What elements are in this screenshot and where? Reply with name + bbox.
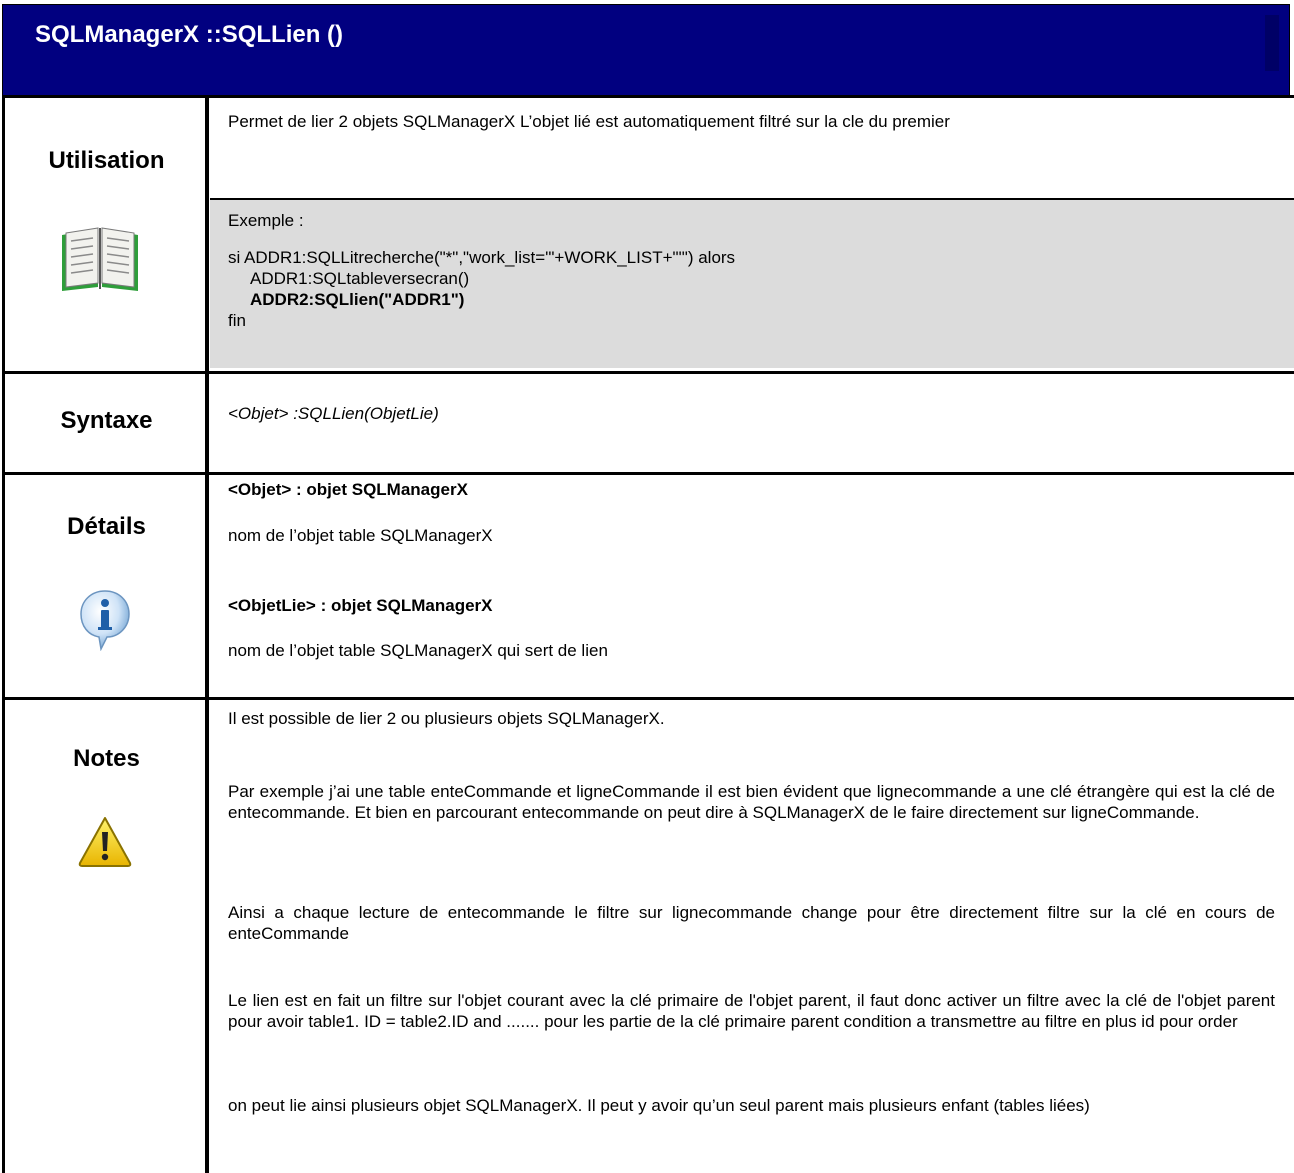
warning-icon [78,817,132,867]
book-icon [62,227,138,291]
title-banner: SQLManagerX ::SQLLien () [2,4,1290,96]
param-title: <ObjetLie> : objet SQLManagerX [228,596,493,615]
note-paragraph: Le lien est en fait un filtre sur l'obje… [228,991,1275,1031]
code-line-highlighted: ADDR2:SQLlien("ADDR1") [250,290,465,309]
doc-table: Utilisation Permet de lier 2 objets SQLM… [2,95,1294,1173]
param-description: nom de l’objet table SQLManagerX [228,526,493,545]
code-line: ADDR1:SQLtableversecran() [250,269,470,288]
page-title: SQLManagerX ::SQLLien () [35,21,344,48]
param-title: <Objet> : objet SQLManagerX [228,480,468,499]
section-label-syntaxe: Syntaxe [60,407,153,434]
section-label-notes: Notes [73,745,140,772]
note-paragraph: Par exemple j’ai une table enteCommande … [228,782,1275,822]
section-label-details: Détails [67,513,146,540]
banner-accent [1265,15,1279,71]
code-line: si ADDR1:SQLLitrecherche("*","work_list=… [228,248,736,267]
code-line: fin [228,311,246,330]
row-separator [5,697,1294,700]
syntax-signature: <Objet> :SQLLien(ObjetLie) [228,404,439,423]
info-icon [80,590,130,651]
row-separator [5,95,1294,98]
note-paragraph: Ainsi a chaque lecture de entecommande l… [228,903,1275,943]
example-box: Exemple : si ADDR1:SQLLitrecherche("*","… [210,198,1294,368]
column-divider [205,95,209,1173]
param-description: nom de l’objet table SQLManagerX qui ser… [228,641,608,660]
example-heading: Exemple : [228,211,304,230]
row-separator [5,472,1294,475]
usage-description: Permet de lier 2 objets SQLManagerX L’ob… [228,112,950,131]
note-paragraph: Il est possible de lier 2 ou plusieurs o… [228,709,665,728]
row-separator [5,371,1294,374]
section-label-utilisation: Utilisation [48,147,165,174]
note-paragraph: on peut lie ainsi plusieurs objet SQLMan… [228,1096,1090,1115]
